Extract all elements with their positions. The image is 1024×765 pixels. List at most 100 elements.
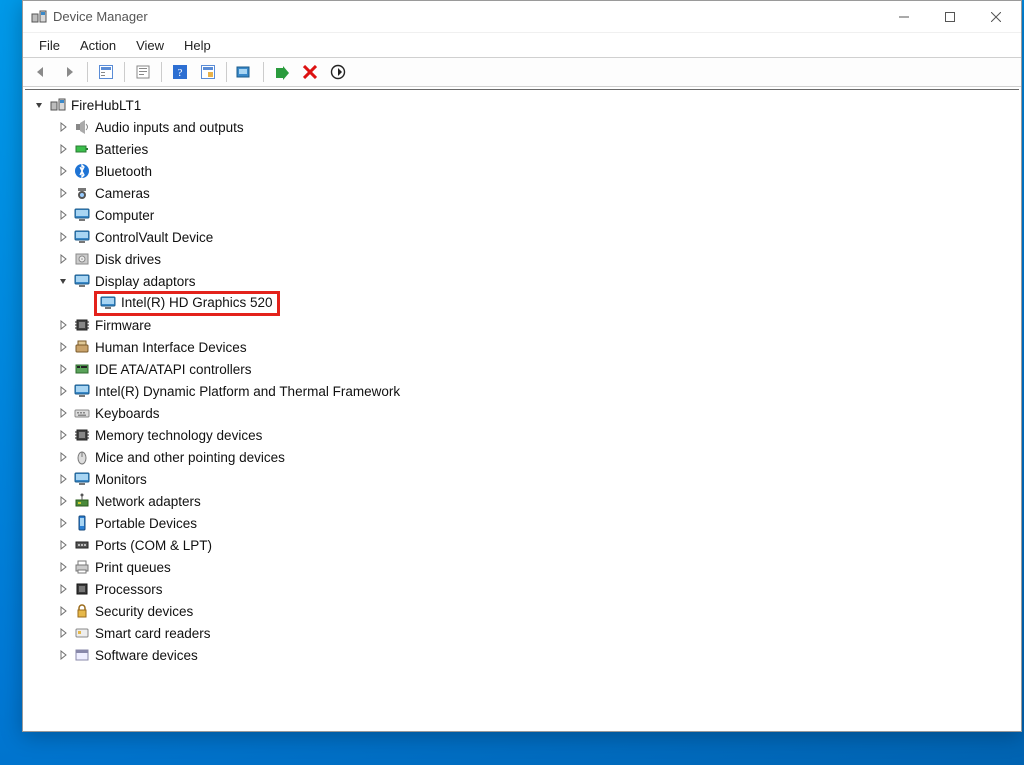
- expand-icon[interactable]: [55, 251, 71, 267]
- tree-category-label: Security devices: [95, 604, 193, 619]
- tree-root[interactable]: FireHubLT1: [31, 94, 1019, 116]
- expand-icon[interactable]: [55, 119, 71, 135]
- ide-icon: [73, 360, 91, 378]
- tree-category-label: Portable Devices: [95, 516, 197, 531]
- uninstall-device-button[interactable]: [298, 60, 322, 84]
- menu-file[interactable]: File: [29, 36, 70, 55]
- device-manager-window: Device Manager File Action View Help: [22, 0, 1022, 732]
- expand-icon[interactable]: [55, 603, 71, 619]
- expand-icon[interactable]: [55, 647, 71, 663]
- device-tree: FireHubLT1 Audio inputs and outputs Batt…: [25, 90, 1019, 670]
- hid-icon: [73, 338, 91, 356]
- expand-icon[interactable]: [55, 493, 71, 509]
- update-driver-button[interactable]: [233, 60, 257, 84]
- scan-button[interactable]: [196, 60, 220, 84]
- expand-icon[interactable]: [55, 471, 71, 487]
- expand-icon[interactable]: [55, 581, 71, 597]
- toolbar-separator: [87, 62, 88, 82]
- tree-category[interactable]: Firmware: [31, 314, 1019, 336]
- tree-category-label: Processors: [95, 582, 163, 597]
- expand-icon[interactable]: [55, 185, 71, 201]
- tree-category[interactable]: Network adapters: [31, 490, 1019, 512]
- toolbar-separator: [263, 62, 264, 82]
- tree-category[interactable]: Monitors: [31, 468, 1019, 490]
- expand-icon[interactable]: [55, 361, 71, 377]
- tree-category[interactable]: IDE ATA/ATAPI controllers: [31, 358, 1019, 380]
- tree-category[interactable]: Processors: [31, 578, 1019, 600]
- speaker-icon: [73, 118, 91, 136]
- expand-icon[interactable]: [55, 317, 71, 333]
- enable-device-button[interactable]: [270, 60, 294, 84]
- expand-icon[interactable]: [55, 625, 71, 641]
- tree-category[interactable]: Print queues: [31, 556, 1019, 578]
- tree-container: FireHubLT1 Audio inputs and outputs Batt…: [25, 89, 1019, 729]
- expand-icon[interactable]: [55, 207, 71, 223]
- menu-action[interactable]: Action: [70, 36, 126, 55]
- tree-category[interactable]: Mice and other pointing devices: [31, 446, 1019, 468]
- tree-category-label: Network adapters: [95, 494, 201, 509]
- tree-category-label: Software devices: [95, 648, 198, 663]
- toolbar-separator: [226, 62, 227, 82]
- expand-icon[interactable]: [55, 383, 71, 399]
- tree-device-label: Intel(R) HD Graphics 520: [121, 295, 273, 310]
- scan-hardware-button[interactable]: [326, 60, 350, 84]
- tree-category[interactable]: Portable Devices: [31, 512, 1019, 534]
- properties-button[interactable]: [131, 60, 155, 84]
- tree-category[interactable]: Ports (COM & LPT): [31, 534, 1019, 556]
- expand-icon[interactable]: [55, 141, 71, 157]
- tree-category[interactable]: Software devices: [31, 644, 1019, 666]
- collapse-icon[interactable]: [31, 97, 47, 113]
- network-icon: [73, 492, 91, 510]
- tree-category-label: Ports (COM & LPT): [95, 538, 212, 553]
- tree-category[interactable]: Smart card readers: [31, 622, 1019, 644]
- expand-icon[interactable]: [55, 405, 71, 421]
- bluetooth-icon: [73, 162, 91, 180]
- tree-category[interactable]: Batteries: [31, 138, 1019, 160]
- expand-icon[interactable]: [55, 515, 71, 531]
- menu-view[interactable]: View: [126, 36, 174, 55]
- maximize-button[interactable]: [927, 2, 973, 32]
- tree-category[interactable]: ControlVault Device: [31, 226, 1019, 248]
- tree-category[interactable]: Human Interface Devices: [31, 336, 1019, 358]
- help-button[interactable]: ?: [168, 60, 192, 84]
- tree-category[interactable]: Disk drives: [31, 248, 1019, 270]
- expand-icon[interactable]: [55, 427, 71, 443]
- expand-icon[interactable]: [55, 229, 71, 245]
- camera-icon: [73, 184, 91, 202]
- tree-category[interactable]: Keyboards: [31, 402, 1019, 424]
- keyboard-icon: [73, 404, 91, 422]
- tree-category[interactable]: Display adaptors: [31, 270, 1019, 292]
- back-button[interactable]: [29, 60, 53, 84]
- computer-icon: [49, 96, 67, 114]
- tree-category[interactable]: Cameras: [31, 182, 1019, 204]
- tree-device[interactable]: Intel(R) HD Graphics 520: [31, 292, 1019, 314]
- expand-icon[interactable]: [55, 449, 71, 465]
- close-button[interactable]: [973, 2, 1019, 32]
- tree-category-label: Memory technology devices: [95, 428, 262, 443]
- tree-category[interactable]: Intel(R) Dynamic Platform and Thermal Fr…: [31, 380, 1019, 402]
- show-hide-tree-button[interactable]: [94, 60, 118, 84]
- expander-none: [79, 295, 95, 311]
- expand-icon[interactable]: [55, 339, 71, 355]
- tree-category-label: Intel(R) Dynamic Platform and Thermal Fr…: [95, 384, 400, 399]
- tree-category-label: Audio inputs and outputs: [95, 120, 244, 135]
- collapse-icon[interactable]: [55, 273, 71, 289]
- monitor-icon: [99, 294, 117, 312]
- toolbar-separator: [124, 62, 125, 82]
- tree-category-label: Bluetooth: [95, 164, 152, 179]
- tree-category[interactable]: Computer: [31, 204, 1019, 226]
- menu-help[interactable]: Help: [174, 36, 221, 55]
- expand-icon[interactable]: [55, 163, 71, 179]
- expand-icon[interactable]: [55, 537, 71, 553]
- tree-category[interactable]: Bluetooth: [31, 160, 1019, 182]
- tree-category-label: Cameras: [95, 186, 150, 201]
- minimize-button[interactable]: [881, 2, 927, 32]
- tree-category[interactable]: Memory technology devices: [31, 424, 1019, 446]
- expand-icon[interactable]: [55, 559, 71, 575]
- tree-category-label: Mice and other pointing devices: [95, 450, 285, 465]
- tree-scroll[interactable]: FireHubLT1 Audio inputs and outputs Batt…: [25, 90, 1019, 729]
- tree-category[interactable]: Security devices: [31, 600, 1019, 622]
- forward-button[interactable]: [57, 60, 81, 84]
- port-icon: [73, 536, 91, 554]
- tree-category[interactable]: Audio inputs and outputs: [31, 116, 1019, 138]
